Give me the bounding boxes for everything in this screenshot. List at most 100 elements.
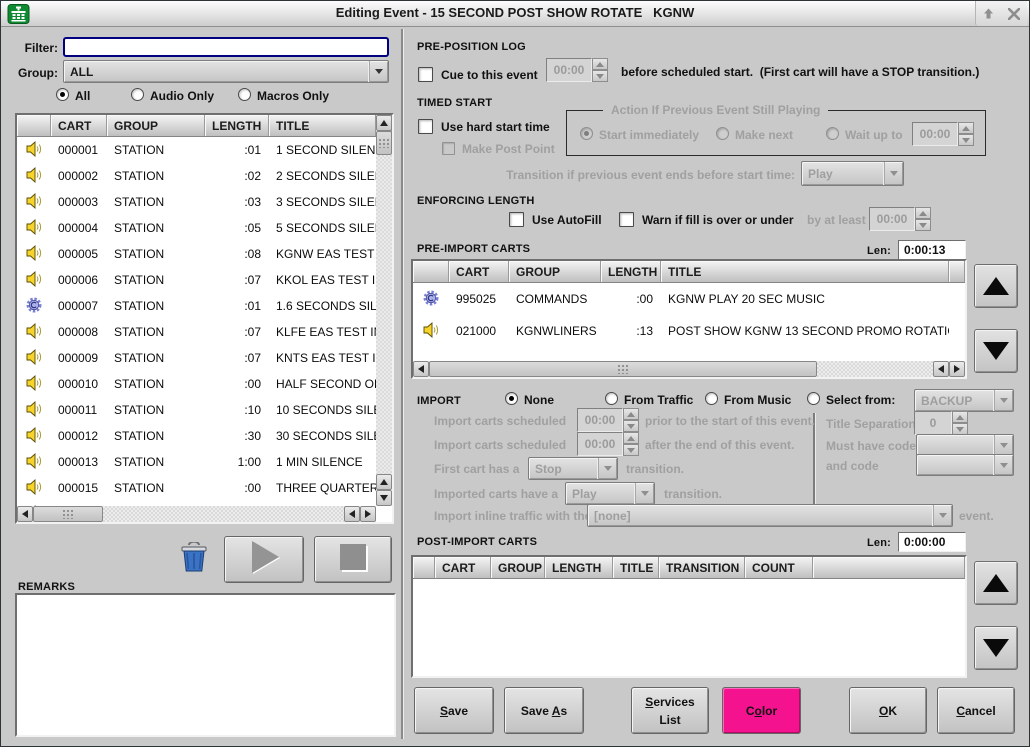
- cell-cart: 000004: [51, 221, 107, 235]
- radio-import-traffic[interactable]: [605, 392, 618, 405]
- chevron-down-icon: [933, 505, 952, 526]
- pre-import-hscrollbar[interactable]: [413, 361, 965, 377]
- post-import-move-up-button[interactable]: [974, 561, 1018, 605]
- pre-import-move-down-button[interactable]: [974, 329, 1018, 373]
- table-row[interactable]: 000015STATION:00THREE QUARTER: [17, 475, 376, 501]
- cancel-button[interactable]: Cancel: [937, 687, 1015, 734]
- save-as-button[interactable]: Save As: [504, 687, 584, 734]
- column-header-icon[interactable]: [17, 115, 51, 136]
- column-header-transition[interactable]: TRANSITION: [659, 557, 745, 578]
- ok-button[interactable]: OK: [849, 687, 927, 734]
- column-header-count[interactable]: COUNT: [745, 557, 813, 578]
- sched2-value: 00:00: [577, 432, 623, 456]
- hscroll-trough[interactable]: [103, 506, 344, 522]
- vscroll-trough[interactable]: [376, 155, 392, 474]
- hard-start-checkbox[interactable]: [418, 119, 433, 134]
- stop-button[interactable]: [314, 536, 392, 583]
- trash-icon[interactable]: [179, 542, 209, 578]
- close-window-button[interactable]: [1002, 1, 1028, 26]
- column-header-group[interactable]: GROUP: [107, 115, 205, 136]
- scroll-right-button[interactable]: [949, 361, 965, 377]
- post-import-header[interactable]: CARTGROUPLENGTHTITLETRANSITIONCOUNT: [413, 557, 965, 579]
- use-autofill-checkbox[interactable]: [509, 212, 524, 227]
- cell-title: KGNW PLAY 20 SEC MUSIC: [661, 292, 949, 306]
- table-row[interactable]: 000004STATION:055 SECONDS SILEN: [17, 215, 376, 241]
- table-row[interactable]: 000002STATION:022 SECONDS SILEN: [17, 163, 376, 189]
- column-header-icon[interactable]: [413, 261, 449, 282]
- filter-input[interactable]: [63, 37, 389, 57]
- table-row[interactable]: 000003STATION:033 SECONDS SILEN: [17, 189, 376, 215]
- post-import-rows: [413, 579, 965, 676]
- hscroll-thumb[interactable]: [33, 506, 103, 522]
- column-header-length[interactable]: LENGTH: [545, 557, 613, 578]
- table-row[interactable]: 000013STATION1:001 MIN SILENCE: [17, 449, 376, 475]
- cell-group: STATION: [107, 377, 205, 391]
- scroll-right-button[interactable]: [360, 506, 376, 522]
- title-bar[interactable]: Editing Event - 15 SECOND POST SHOW ROTA…: [1, 1, 1029, 27]
- cell-cart: 000009: [51, 351, 107, 365]
- warn-fill-checkbox[interactable]: [619, 212, 634, 227]
- post-import-move-down-button[interactable]: [974, 626, 1018, 670]
- hscroll-thumb[interactable]: [429, 361, 817, 377]
- cart-list-vscrollbar[interactable]: [376, 115, 392, 506]
- column-header-title[interactable]: TITLE: [661, 261, 949, 282]
- table-row[interactable]: 000008STATION:07KLFE EAS TEST IN: [17, 319, 376, 345]
- table-row[interactable]: 021000KGNWLINERS:13POST SHOW KGNW 13 SEC…: [413, 315, 965, 347]
- column-header-icon[interactable]: [413, 557, 435, 578]
- table-row[interactable]: 000011STATION:1010 SECONDS SILE: [17, 397, 376, 423]
- cell-cart: 000006: [51, 273, 107, 287]
- column-header-group[interactable]: GROUP: [509, 261, 601, 282]
- scroll-left-button-2[interactable]: [344, 506, 360, 522]
- pre-import-move-up-button[interactable]: [974, 264, 1018, 308]
- cue-description: before scheduled start. (First cart will…: [621, 65, 979, 79]
- scroll-left-button-2[interactable]: [933, 361, 949, 377]
- sched1-value: 00:00: [577, 408, 623, 432]
- scroll-left-button[interactable]: [17, 506, 33, 522]
- save-button[interactable]: Save: [414, 687, 494, 734]
- cue-to-event-checkbox[interactable]: [418, 67, 433, 82]
- shade-window-button[interactable]: [976, 1, 1002, 26]
- cart-list-header[interactable]: CARTGROUPLENGTHTITLE: [17, 115, 392, 137]
- scroll-up-button-2[interactable]: [376, 474, 392, 490]
- cell-title: KKOL EAS TEST IN: [269, 273, 376, 287]
- group-select[interactable]: ALL: [63, 60, 389, 83]
- radio-all[interactable]: [56, 88, 69, 101]
- radio-import-music[interactable]: [705, 392, 718, 405]
- column-header-cart[interactable]: CART: [449, 261, 509, 282]
- table-row[interactable]: 000010STATION:00HALF SECOND OF: [17, 371, 376, 397]
- column-header-length[interactable]: LENGTH: [205, 115, 269, 136]
- play-button[interactable]: [224, 536, 304, 583]
- radio-macros-only[interactable]: [238, 88, 251, 101]
- column-header-group[interactable]: GROUP: [491, 557, 545, 578]
- table-row[interactable]: 995025COMMANDS:00KGNW PLAY 20 SEC MUSIC: [413, 283, 965, 315]
- table-row[interactable]: 000009STATION:07KNTS EAS TEST IN: [17, 345, 376, 371]
- radio-import-select-from[interactable]: [807, 392, 820, 405]
- table-row[interactable]: 000006STATION:07KKOL EAS TEST IN: [17, 267, 376, 293]
- radio-import-none[interactable]: [505, 392, 518, 405]
- column-header-title[interactable]: TITLE: [613, 557, 659, 578]
- column-header-title[interactable]: TITLE: [269, 115, 376, 136]
- gear-icon: [26, 297, 42, 316]
- pre-import-header[interactable]: CARTGROUPLENGTHTITLE: [413, 261, 965, 283]
- column-header-length[interactable]: LENGTH: [601, 261, 661, 282]
- radio-audio-only[interactable]: [131, 88, 144, 101]
- scroll-down-button[interactable]: [376, 490, 392, 506]
- vscroll-thumb[interactable]: [376, 131, 392, 155]
- column-header-cart[interactable]: CART: [51, 115, 107, 136]
- scroll-left-button[interactable]: [413, 361, 429, 377]
- table-row[interactable]: 000007STATION:011.6 SECONDS SIL: [17, 293, 376, 319]
- column-header-spacer: [813, 557, 965, 578]
- sched1-label: Import carts scheduled: [434, 414, 566, 428]
- services-list-button[interactable]: ServicesList: [631, 687, 709, 734]
- select-from-select: BACKUP: [914, 389, 1014, 412]
- table-row[interactable]: 000001STATION:011 SECOND SILENC: [17, 137, 376, 163]
- table-row[interactable]: 000005STATION:08KGNW EAS TEST: [17, 241, 376, 267]
- cart-list-hscrollbar[interactable]: [17, 506, 376, 522]
- scroll-up-button[interactable]: [376, 115, 392, 131]
- color-button[interactable]: Color: [722, 687, 801, 734]
- remarks-textarea[interactable]: [15, 593, 396, 737]
- speaker-icon: [26, 141, 43, 160]
- hscroll-trough[interactable]: [817, 361, 933, 377]
- column-header-cart[interactable]: CART: [435, 557, 491, 578]
- table-row[interactable]: 000012STATION:3030 SECONDS SILE: [17, 423, 376, 449]
